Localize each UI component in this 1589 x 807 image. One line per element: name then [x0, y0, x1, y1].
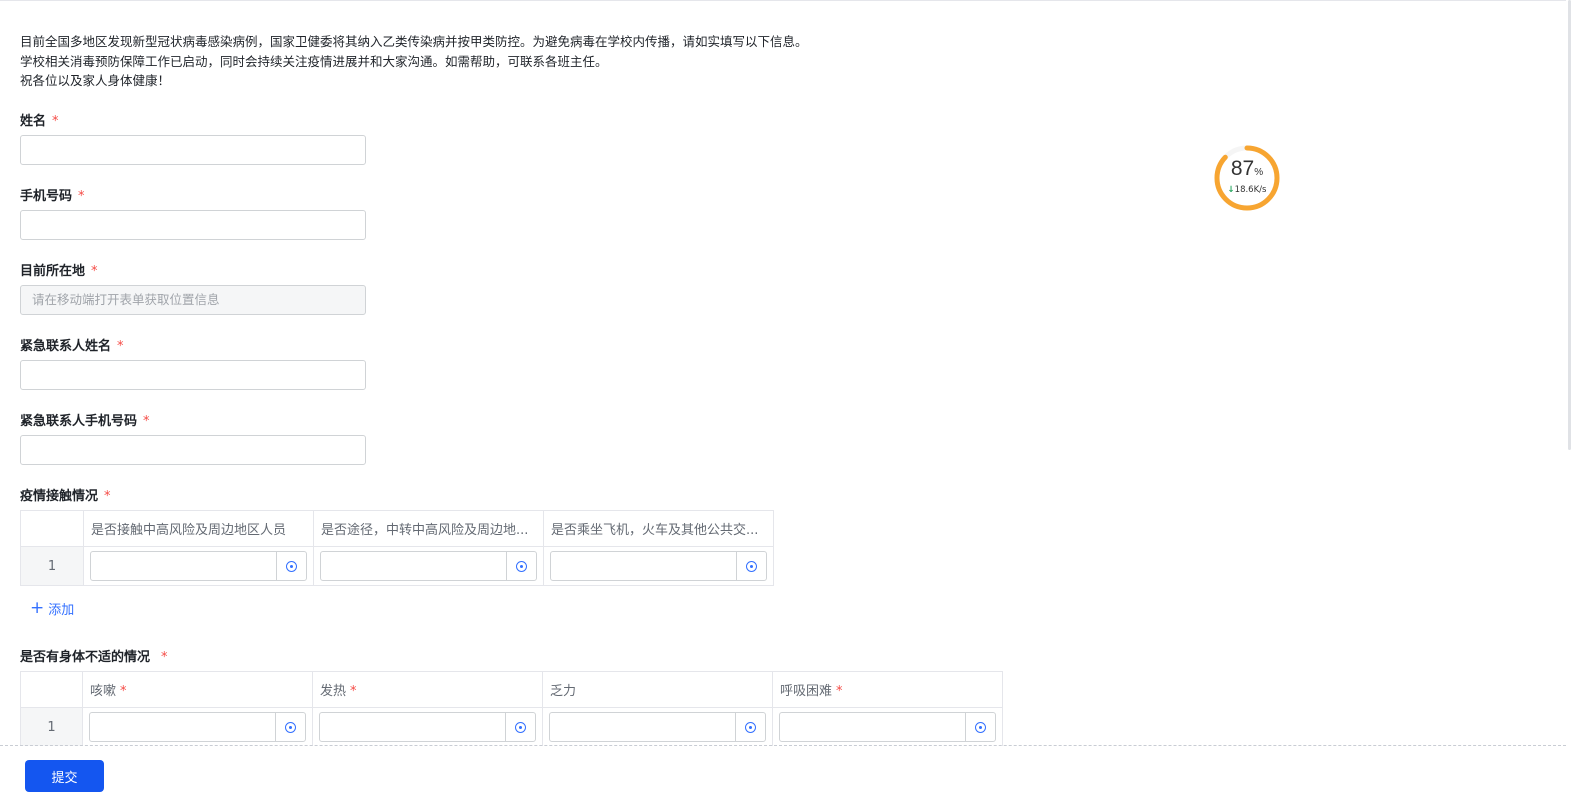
column-header: 呼吸困难 * [772, 671, 1003, 708]
intro-text: 目前全国多地区发现新型冠状病毒感染病例，国家卫健委将其纳入乙类传染病并按甲类防控… [20, 32, 1020, 91]
column-header: 发热 * [312, 671, 543, 708]
name-label-text: 姓名 [20, 114, 47, 129]
emergency-name-input[interactable] [20, 360, 366, 390]
required-mark: * [117, 339, 124, 354]
cell-select[interactable] [779, 712, 996, 742]
column-name: 咳嗽 [90, 684, 117, 699]
target-icon [285, 721, 296, 733]
target-icon [745, 721, 756, 733]
target-icon [516, 560, 527, 572]
add-row-button[interactable]: + 添加 [30, 598, 75, 619]
scrollbar-thumb[interactable] [1568, 0, 1571, 450]
column-header: 是否途径，中转中高风险及周边地... [313, 510, 544, 547]
table-row: 1 [20, 546, 774, 586]
row-index: 1 [20, 546, 84, 586]
gauge-speed: ↓18.6K/s [1213, 185, 1281, 195]
phone-label-text: 手机号码 [20, 189, 73, 204]
index-header [20, 510, 84, 547]
cell-select[interactable] [319, 712, 536, 742]
select-button[interactable] [505, 713, 535, 741]
contact-table-label-text: 疫情接触情况 [20, 489, 99, 504]
select-button[interactable] [736, 552, 766, 580]
emergency-phone-label-text: 紧急联系人手机号码 [20, 414, 138, 429]
target-icon [286, 560, 297, 572]
location-label-text: 目前所在地 [20, 264, 86, 279]
target-icon [746, 560, 757, 572]
symptom-table-label-text: 是否有身体不适的情况 [20, 650, 151, 665]
cell-select[interactable] [550, 551, 767, 581]
required-mark: * [52, 114, 59, 129]
target-icon [515, 721, 526, 733]
required-mark: * [91, 264, 98, 279]
required-mark: * [143, 414, 150, 429]
phone-input[interactable] [20, 210, 366, 240]
emergency-phone-label: 紧急联系人手机号码 * [20, 410, 150, 429]
location-input: 请在移动端打开表单获取位置信息 [20, 285, 366, 315]
table-row: 1 [20, 707, 1003, 747]
select-button[interactable] [506, 552, 536, 580]
top-divider [0, 0, 1589, 1]
intro-line-1: 目前全国多地区发现新型冠状病毒感染病例，国家卫健委将其纳入乙类传染病并按甲类防控… [20, 34, 808, 49]
required-mark: * [104, 489, 111, 504]
location-label: 目前所在地 * [20, 260, 98, 279]
name-input[interactable] [20, 135, 366, 165]
download-arrow-icon: ↓ [1227, 185, 1235, 195]
gauge-speed-value: 18.6K/s [1234, 185, 1267, 195]
emergency-phone-input[interactable] [20, 435, 366, 465]
intro-line-3: 祝各位以及家人身体健康！ [20, 73, 171, 88]
name-label: 姓名 * [20, 110, 59, 129]
row-index: 1 [20, 707, 83, 747]
target-icon [975, 721, 986, 733]
footer-bar [0, 746, 1566, 807]
required-mark: * [78, 189, 85, 204]
select-button[interactable] [276, 552, 306, 580]
gauge-percent-value: 87 [1230, 157, 1255, 180]
gauge-percent-unit: % [1254, 167, 1264, 178]
cell-select[interactable] [320, 551, 537, 581]
required-mark: * [161, 650, 168, 665]
index-header [20, 671, 83, 708]
column-header: 乏力 [542, 671, 773, 708]
column-header: 是否乘坐飞机，火车及其他公共交... [543, 510, 774, 547]
intro-line-2: 学校相关消毒预防保障工作已启动，同时会持续关注疫情进展并和大家沟通。如需帮助，可… [20, 53, 608, 69]
table-header-row: 是否接触中高风险及周边地区人员 是否途径，中转中高风险及周边地... 是否乘坐飞… [20, 510, 774, 547]
required-mark: * [836, 684, 843, 699]
symptom-table-label: 是否有身体不适的情况 * [20, 646, 168, 665]
select-button[interactable] [735, 713, 765, 741]
select-button[interactable] [275, 713, 305, 741]
contact-table-label: 疫情接触情况 * [20, 485, 111, 504]
phone-label: 手机号码 * [20, 185, 85, 204]
submit-button[interactable]: 提交 [25, 760, 104, 792]
column-name: 乏力 [550, 684, 577, 699]
required-mark: * [350, 684, 357, 699]
gauge-percent: 87% [1213, 157, 1281, 181]
required-mark: * [120, 684, 127, 699]
add-row-label: 添加 [48, 603, 75, 618]
select-button[interactable] [965, 713, 995, 741]
table-header-row: 咳嗽 * 发热 * 乏力 呼吸困难 * [20, 671, 1003, 708]
symptom-table: 咳嗽 * 发热 * 乏力 呼吸困难 * 1 [20, 671, 1003, 747]
cell-select[interactable] [90, 551, 307, 581]
column-header: 咳嗽 * [82, 671, 313, 708]
column-name: 呼吸困难 [780, 684, 833, 699]
emergency-name-label: 紧急联系人姓名 * [20, 335, 124, 354]
cell-select[interactable] [549, 712, 766, 742]
column-header: 是否接触中高风险及周边地区人员 [83, 510, 314, 547]
cell-select[interactable] [89, 712, 306, 742]
contact-table: 是否接触中高风险及周边地区人员 是否途径，中转中高风险及周边地... 是否乘坐飞… [20, 510, 774, 586]
column-name: 发热 [320, 684, 347, 699]
plus-icon: + [30, 598, 45, 618]
emergency-name-label-text: 紧急联系人姓名 [20, 339, 112, 354]
